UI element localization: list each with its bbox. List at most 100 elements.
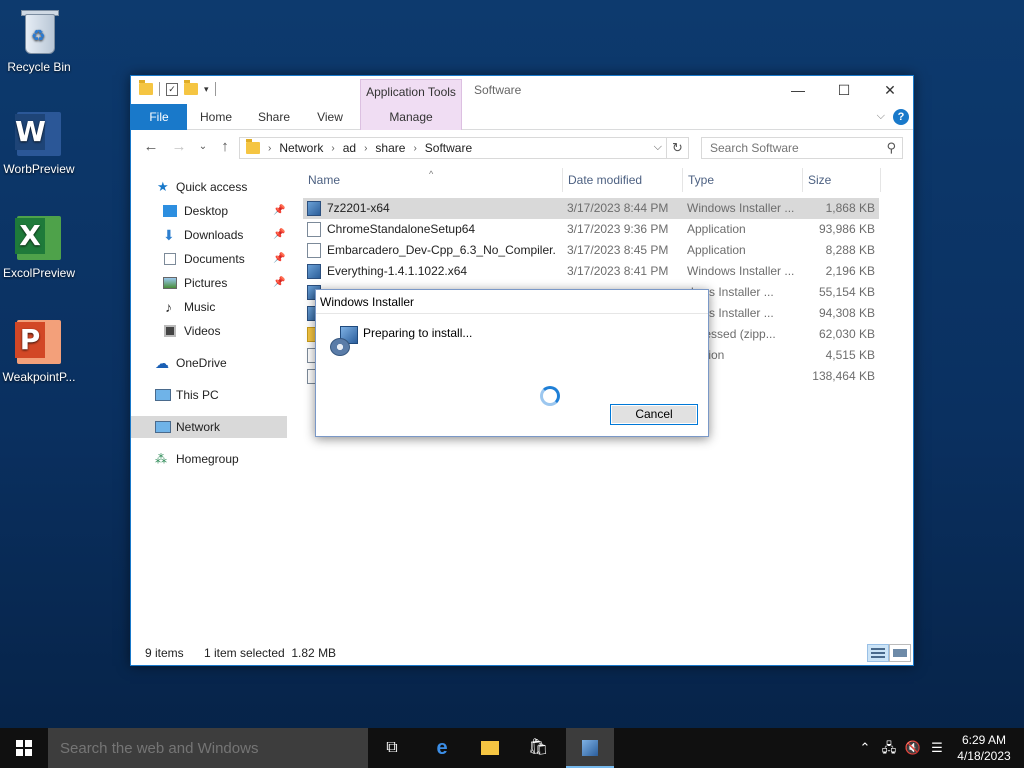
music-icon: ♪: [165, 299, 172, 315]
taskbar-search[interactable]: [48, 728, 368, 768]
tab-file[interactable]: File: [131, 104, 187, 130]
nav-label: Quick access: [176, 180, 248, 194]
file-size: 4,515 KB: [825, 348, 875, 362]
nav-item-downloads[interactable]: ⬇ Downloads 📌: [131, 224, 287, 246]
store-button[interactable]: 🛍: [514, 728, 562, 768]
help-icon[interactable]: ?: [893, 109, 909, 125]
column-header-name[interactable]: Name ^: [303, 168, 563, 192]
address-bar[interactable]: › Network › ad › share › Software ⌵ ↻: [239, 137, 689, 159]
cancel-button[interactable]: Cancel: [610, 404, 698, 425]
network-tray-icon[interactable]: 🖧: [878, 728, 900, 768]
file-explorer-button[interactable]: [466, 728, 514, 768]
file-row[interactable]: Everything-1.4.1.1022.x64 3/17/2023 8:41…: [303, 261, 879, 282]
windows-installer-dialog: Windows Installer Preparing to install..…: [315, 289, 709, 437]
search-icon: ⚲: [886, 140, 896, 155]
excel-icon: X: [15, 214, 63, 262]
network-icon: [155, 421, 171, 433]
chevron-down-icon[interactable]: ▾: [204, 84, 209, 95]
taskbar: ⧉ e 🛍 ⌃ 🖧 🔇 ☰ 6:29 AM 4/18/2023: [0, 728, 1024, 768]
nav-item-documents[interactable]: Documents 📌: [131, 248, 287, 270]
search-box[interactable]: ⚲: [701, 137, 903, 159]
taskbar-search-input[interactable]: [60, 738, 350, 758]
tab-home[interactable]: Home: [191, 104, 241, 130]
desktop-icon-label: ExcolPreview: [2, 266, 76, 280]
file-size: 94,308 KB: [818, 306, 875, 320]
documents-icon: [164, 253, 176, 265]
nav-item-music[interactable]: ♪ Music: [131, 296, 287, 318]
store-icon: 🛍: [528, 739, 549, 756]
title-bar: ✓ ▾ Application Tools Software — ☐ ✕: [131, 76, 913, 104]
back-arrow-icon[interactable]: ←: [141, 138, 161, 156]
edge-button[interactable]: e: [418, 728, 466, 768]
nav-item-network[interactable]: Network: [131, 416, 287, 438]
large-icons-view-button[interactable]: [889, 644, 911, 662]
nav-item-pictures[interactable]: Pictures 📌: [131, 272, 287, 294]
breadcrumb-software[interactable]: Software: [425, 141, 472, 155]
pin-icon: 📌: [273, 229, 286, 240]
task-view-button[interactable]: ⧉: [368, 728, 416, 768]
search-input[interactable]: [702, 138, 872, 158]
address-dropdown-icon[interactable]: ⌵: [654, 141, 662, 154]
up-arrow-icon[interactable]: ↑: [215, 138, 235, 156]
desktop-icon-recycle-bin[interactable]: ♻ Recycle Bin: [0, 8, 78, 74]
column-header-type[interactable]: Type: [683, 168, 803, 192]
taskbar-clock[interactable]: 6:29 AM 4/18/2023: [952, 732, 1016, 764]
application-tools-context-tab: Application Tools: [360, 79, 462, 104]
folder-icon: [246, 139, 260, 154]
file-row[interactable]: 7z2201-x64 3/17/2023 8:44 PM Windows Ins…: [303, 198, 879, 219]
file-explorer-icon: [480, 738, 500, 758]
start-button[interactable]: [0, 728, 48, 768]
column-label: Name: [308, 173, 341, 187]
breadcrumb-ad[interactable]: ad: [343, 141, 356, 155]
file-size: 62,030 KB: [818, 327, 875, 341]
close-button[interactable]: ✕: [867, 76, 913, 104]
windows-logo-icon: [16, 740, 32, 756]
tab-manage[interactable]: Manage: [360, 104, 462, 130]
navigation-bar: ← → ⌄ ↑ › Network › ad › share › Softwar…: [131, 130, 913, 164]
clock-date: 4/18/2023: [957, 749, 1011, 763]
column-header-size[interactable]: Size: [803, 168, 881, 192]
column-header-date-modified[interactable]: Date modified: [563, 168, 683, 192]
nav-label: Downloads: [184, 228, 244, 242]
nav-item-desktop[interactable]: Desktop 📌: [131, 200, 287, 222]
nav-label: Desktop: [184, 204, 229, 218]
show-hidden-icons-chevron[interactable]: ⌃: [854, 728, 876, 768]
volume-muted-icon[interactable]: 🔇: [902, 728, 924, 768]
ribbon-tabs: File Home Share View Manage ⌵ ?: [131, 104, 913, 130]
desktop-icon-label: Recycle Bin: [7, 60, 71, 74]
desktop-icon-excolpreview[interactable]: X ExcolPreview: [0, 214, 78, 280]
breadcrumb-share[interactable]: share: [375, 141, 405, 155]
tab-view[interactable]: View: [305, 104, 355, 130]
action-center-icon[interactable]: ☰: [926, 728, 948, 768]
nav-label: OneDrive: [176, 356, 227, 370]
nav-item-homegroup[interactable]: ⁂ Homegroup: [131, 448, 287, 470]
desktop-icon-weakpoint[interactable]: P WeakpointP...: [0, 318, 78, 384]
windows-installer-taskbar-button[interactable]: [566, 728, 614, 768]
breadcrumb-network[interactable]: Network: [279, 141, 323, 155]
nav-item-videos[interactable]: Videos: [131, 320, 287, 342]
tab-share[interactable]: Share: [249, 104, 299, 130]
forward-arrow-icon[interactable]: →: [169, 138, 189, 156]
file-type: Windows Installer ...: [687, 264, 795, 278]
homegroup-icon: ⁂: [155, 452, 167, 466]
nav-item-quick-access[interactable]: ★ Quick access: [131, 176, 287, 198]
column-label: Type: [688, 173, 715, 187]
nav-item-onedrive[interactable]: ☁ OneDrive: [131, 352, 287, 374]
refresh-icon[interactable]: ↻: [666, 138, 688, 158]
nav-label: This PC: [176, 388, 219, 402]
file-row[interactable]: Embarcadero_Dev-Cpp_6.3_No_Compiler... 3…: [303, 240, 879, 261]
expand-ribbon-icon[interactable]: ⌵: [877, 110, 885, 123]
installer-package-icon: [307, 201, 321, 216]
new-folder-icon[interactable]: [184, 80, 198, 95]
properties-icon[interactable]: ✓: [166, 82, 178, 96]
star-icon: ★: [157, 179, 169, 194]
details-view-button[interactable]: [867, 644, 889, 662]
minimize-button[interactable]: —: [775, 76, 821, 104]
maximize-button[interactable]: ☐: [821, 76, 867, 104]
status-bar: 9 items 1 item selected 1.82 MB: [131, 641, 913, 665]
recent-locations-chevron-icon[interactable]: ⌄: [193, 138, 213, 156]
desktop-icon-worbpreview[interactable]: W WorbPreview: [0, 110, 78, 176]
nav-item-this-pc[interactable]: This PC: [131, 384, 287, 406]
file-row[interactable]: ChromeStandaloneSetup64 3/17/2023 9:36 P…: [303, 219, 879, 240]
desktop-icon-label: WeakpointP...: [2, 370, 76, 384]
